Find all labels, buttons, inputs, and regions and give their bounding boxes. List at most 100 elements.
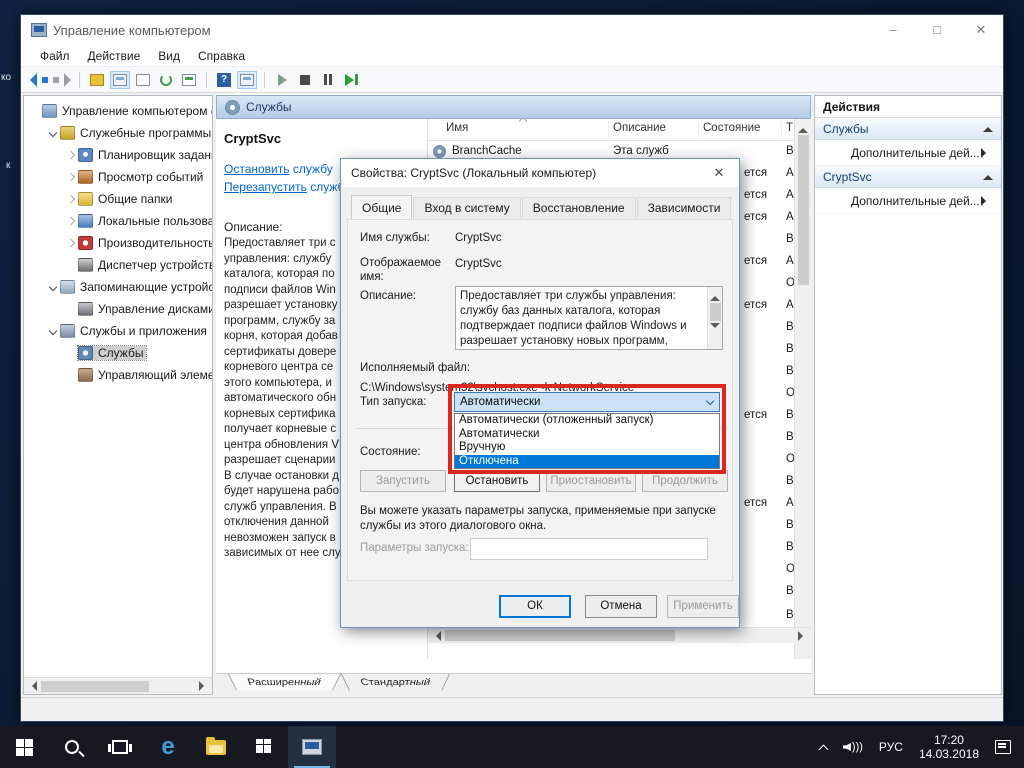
tree-item-wmi-control[interactable]: Управляющий элемен [24, 364, 212, 386]
apply-button[interactable]: Применить [667, 595, 739, 618]
tab-dependencies[interactable]: Зависимости [637, 197, 732, 221]
actions-section-services[interactable]: Службы [815, 118, 1001, 140]
pause-service-icon[interactable] [318, 71, 338, 89]
collapse-icon[interactable] [983, 170, 993, 180]
start-button[interactable]: Запустить [360, 470, 446, 492]
list-vertical-scrollbar[interactable] [794, 119, 811, 659]
scroll-down-icon[interactable] [710, 323, 720, 333]
column-startup-type[interactable]: Т [786, 122, 793, 134]
dropdown-option[interactable]: Отключена [455, 455, 719, 469]
startup-type-combobox[interactable]: Автоматически [454, 392, 720, 412]
textarea-scrollbar[interactable] [707, 287, 722, 349]
back-icon[interactable] [29, 71, 49, 89]
tab-standard[interactable]: Стандартный [341, 674, 450, 691]
scrollbar-thumb[interactable] [798, 135, 809, 285]
file-explorer-icon[interactable] [192, 726, 240, 768]
list-horizontal-scrollbar[interactable] [428, 627, 811, 643]
tab-general[interactable]: Общие [351, 195, 412, 219]
resume-button[interactable]: Продолжить [642, 470, 728, 492]
store-icon[interactable] [240, 726, 288, 768]
tree-item-performance[interactable]: Производительность [24, 232, 212, 254]
menu-item-help[interactable]: Справка [189, 49, 254, 63]
scroll-right-icon[interactable] [199, 681, 209, 691]
tree-item-services-apps[interactable]: Службы и приложения [24, 320, 212, 342]
tree-item-storage[interactable]: Запоминающие устройст [24, 276, 212, 298]
maximize-button[interactable]: □ [915, 15, 959, 45]
dropdown-option[interactable]: Автоматически (отложенный запуск) [455, 414, 719, 428]
scrollbar-thumb[interactable] [710, 303, 721, 321]
tree-item-device-manager[interactable]: Диспетчер устройств [24, 254, 212, 276]
clock[interactable]: 17:20 14.03.2018 [912, 726, 986, 768]
chevron-collapsed-icon[interactable] [64, 240, 78, 246]
scroll-up-icon[interactable] [710, 291, 720, 301]
dropdown-option[interactable]: Вручную [455, 441, 719, 455]
help-icon[interactable]: ? [214, 71, 234, 89]
tree-item-shared-folders[interactable]: Общие папки [24, 188, 212, 210]
column-description[interactable]: Описание [613, 122, 666, 134]
tree-horizontal-scrollbar[interactable] [24, 677, 212, 694]
chevron-collapsed-icon[interactable] [64, 196, 78, 202]
cancel-button[interactable]: Отмена [585, 595, 657, 618]
minimize-button[interactable]: – [871, 15, 915, 45]
chevron-expanded-icon[interactable] [46, 328, 60, 334]
params-input[interactable] [470, 538, 708, 560]
tab-logon[interactable]: Вход в систему [413, 197, 520, 221]
tab-recovery[interactable]: Восстановление [522, 197, 636, 221]
scrollbar-thumb[interactable] [41, 681, 149, 692]
chevron-collapsed-icon[interactable] [64, 218, 78, 224]
description-textarea[interactable]: Предоставляет три службы управления: слу… [455, 286, 723, 350]
up-folder-icon[interactable] [87, 71, 107, 89]
task-view-icon[interactable] [96, 726, 144, 768]
list-header[interactable]: Имя Описание Состояние Т [428, 119, 794, 141]
menu-item-view[interactable]: Вид [149, 49, 189, 63]
scroll-left-icon[interactable] [431, 631, 441, 641]
refresh-icon[interactable] [156, 71, 176, 89]
dropdown-option[interactable]: Автоматически [455, 428, 719, 442]
actions-section-cryptsvc[interactable]: CryptSvc [815, 166, 1001, 188]
stop-button[interactable]: Остановить [454, 470, 540, 492]
start-service-icon[interactable] [272, 71, 292, 89]
start-button[interactable] [0, 726, 48, 768]
tree-item-disk-management[interactable]: Управление дисками [24, 298, 212, 320]
tree-item-system-tools[interactable]: Служебные программы [24, 122, 212, 144]
dialog-close-icon[interactable]: ✕ [699, 159, 739, 187]
export-list-icon[interactable] [179, 71, 199, 89]
column-name[interactable]: Имя [446, 122, 468, 134]
title-bar[interactable]: Управление компьютером – □ ✕ [21, 15, 1003, 45]
restart-service-icon[interactable] [341, 71, 361, 89]
chevron-expanded-icon[interactable] [46, 130, 60, 136]
console-window-icon[interactable] [110, 71, 130, 89]
scroll-up-icon[interactable] [798, 123, 808, 133]
chevron-collapsed-icon[interactable] [64, 152, 78, 158]
volume-icon[interactable]: ))) [836, 726, 870, 768]
computer-management-taskbar-icon[interactable] [288, 726, 336, 768]
chevron-expanded-icon[interactable] [46, 284, 60, 290]
ok-button[interactable]: ОК [499, 595, 571, 618]
tray-expand-icon[interactable] [813, 726, 834, 768]
stop-service-icon[interactable] [295, 71, 315, 89]
tree-item-task-scheduler[interactable]: Планировщик заданий [24, 144, 212, 166]
edge-icon[interactable]: e [144, 726, 192, 768]
menu-item-action[interactable]: Действие [79, 49, 150, 63]
close-button[interactable]: ✕ [959, 15, 1003, 45]
tree-item-services[interactable]: Службы [24, 342, 212, 364]
tab-extended[interactable]: Расширенный [228, 674, 341, 691]
tree-item-event-viewer[interactable]: Просмотр событий [24, 166, 212, 188]
show-console-tree-icon[interactable] [237, 71, 257, 89]
scroll-right-icon[interactable] [798, 631, 808, 641]
scroll-left-icon[interactable] [27, 681, 37, 691]
tree-item-computer-management[interactable]: Управление компьютером (л [24, 100, 212, 122]
language-indicator[interactable]: РУС [872, 726, 910, 768]
properties-icon[interactable] [133, 71, 153, 89]
more-actions-item[interactable]: Дополнительные дей... [815, 188, 1001, 214]
pause-button[interactable]: Приостановить [546, 470, 636, 492]
chevron-collapsed-icon[interactable] [64, 174, 78, 180]
more-actions-item[interactable]: Дополнительные дей... [815, 140, 1001, 166]
menu-item-file[interactable]: Файл [31, 49, 79, 63]
dialog-title-bar[interactable]: Свойства: CryptSvc (Локальный компьютер)… [341, 159, 739, 187]
action-center-icon[interactable] [988, 726, 1018, 768]
search-icon[interactable] [48, 726, 96, 768]
tree-item-local-users[interactable]: Локальные пользовате [24, 210, 212, 232]
scrollbar-thumb[interactable] [445, 630, 675, 641]
collapse-icon[interactable] [983, 122, 993, 132]
